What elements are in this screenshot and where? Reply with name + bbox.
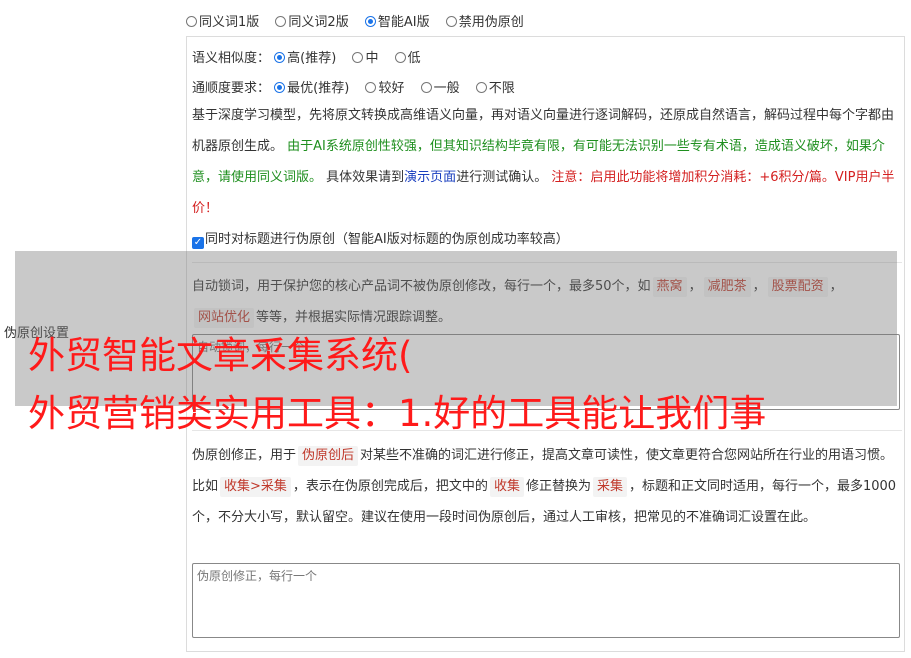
similarity-option-low[interactable]: 低 bbox=[394, 47, 421, 66]
radio-icon[interactable] bbox=[445, 16, 457, 27]
version-option-synonym1[interactable]: 同义词1版 bbox=[186, 11, 259, 30]
ai-description: 基于深度学习模型，先将原文转换成高维语义向量，再对语义向量进行逐词解码，还原成自… bbox=[192, 108, 895, 216]
fluency-row: 通顺度要求： 最优(推荐) 较好 一般 不限 bbox=[192, 77, 527, 96]
correction-tag: 收集 bbox=[489, 477, 524, 497]
overlay-title-line2: 外贸营销类实用工具：1.好的工具能让我们事 bbox=[28, 392, 767, 435]
version-option-disable[interactable]: 禁用伪原创 bbox=[445, 11, 524, 30]
radio-icon[interactable] bbox=[365, 82, 377, 93]
version-option-synonym2[interactable]: 同义词2版 bbox=[275, 11, 349, 30]
correction-input[interactable] bbox=[192, 563, 900, 638]
version-options: 同义词1版 同义词2版 智能AI版 禁用伪原创 bbox=[186, 11, 536, 30]
correction-tag: 采集 bbox=[592, 477, 627, 497]
fluency-label: 通顺度要求： bbox=[192, 81, 271, 96]
radio-selected-icon[interactable] bbox=[274, 82, 286, 93]
similarity-label: 语义相似度： bbox=[192, 51, 271, 66]
checkbox-checked-icon[interactable]: ✓ bbox=[192, 237, 204, 249]
demo-page-link[interactable]: 演示页面 bbox=[404, 170, 456, 185]
radio-icon[interactable] bbox=[186, 16, 197, 27]
radio-icon[interactable] bbox=[394, 52, 406, 63]
radio-selected-icon[interactable] bbox=[364, 16, 376, 27]
radio-selected-icon[interactable] bbox=[274, 52, 286, 63]
fluency-option-any[interactable]: 不限 bbox=[475, 77, 515, 96]
overlay-title-line1: 外贸智能文章采集系统( bbox=[28, 334, 413, 377]
correction-description: 伪原创修正，用于 伪原创后 对某些不准确的词汇进行修正，提高文章可读性，使文章更符合… bbox=[192, 446, 897, 525]
radio-icon[interactable] bbox=[475, 82, 487, 93]
similarity-option-medium[interactable]: 中 bbox=[352, 47, 378, 66]
title-rewrite-option[interactable]: ✓ 同时对标题进行伪原创（智能AI版对标题的伪原创成功率较高） bbox=[192, 228, 569, 249]
fluency-option-best[interactable]: 最优(推荐) bbox=[274, 77, 349, 96]
correction-tag: 伪原创后 bbox=[298, 446, 359, 466]
radio-icon[interactable] bbox=[420, 82, 432, 93]
fluency-option-good[interactable]: 较好 bbox=[365, 77, 404, 96]
overlay-banner bbox=[15, 251, 897, 406]
correction-tag: 收集>采集 bbox=[220, 477, 291, 497]
radio-icon[interactable] bbox=[275, 16, 287, 27]
fluency-option-normal[interactable]: 一般 bbox=[420, 77, 460, 96]
similarity-option-high[interactable]: 高(推荐) bbox=[274, 47, 336, 66]
version-option-ai[interactable]: 智能AI版 bbox=[364, 11, 430, 30]
similarity-row: 语义相似度： 高(推荐) 中 低 bbox=[192, 47, 433, 66]
radio-icon[interactable] bbox=[352, 52, 364, 63]
